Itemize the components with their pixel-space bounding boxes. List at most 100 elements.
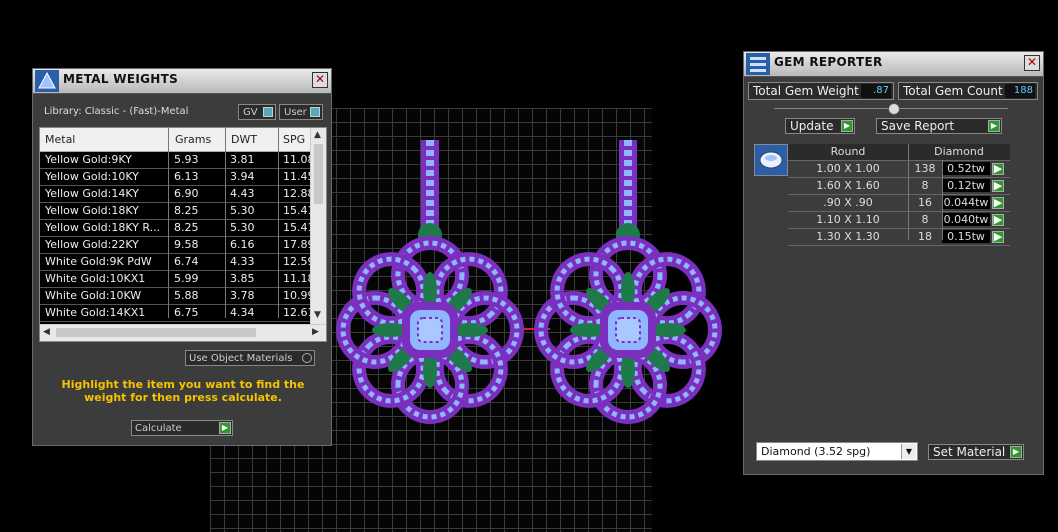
- save-report-button[interactable]: Save Report ▶: [876, 118, 1002, 134]
- gem-cell-weight: 0.044tw: [942, 196, 990, 209]
- gem-row[interactable]: .90 X .90 16 0.044tw ▶: [788, 195, 1010, 212]
- total-gem-weight-label: Total Gem Weight: [753, 84, 859, 98]
- radio-icon: [302, 353, 312, 363]
- go-arrow-icon[interactable]: ▶: [992, 180, 1004, 192]
- column-header-spg[interactable]: SPG: [283, 133, 305, 146]
- user-toggle[interactable]: User: [279, 104, 323, 120]
- cell-grams: 5.99: [174, 272, 199, 285]
- table-row[interactable]: Yellow Gold:14KY 6.90 4.43 12.88: [40, 186, 313, 203]
- cell-dwt: 5.30: [230, 221, 255, 234]
- cell-dwt: 4.43: [230, 187, 255, 200]
- earring-model: [330, 96, 730, 426]
- table-row[interactable]: White Gold:14KX1 6.75 4.34 12.61: [40, 305, 313, 322]
- metal-table[interactable]: Metal Grams DWT SPG Yellow Gold:9KY 5.93 3…: [39, 127, 327, 342]
- scroll-right-icon[interactable]: ▶: [312, 327, 319, 337]
- gem-cell-count: 18: [918, 230, 932, 243]
- table-row[interactable]: Yellow Gold:18KY 8.25 5.30 15.41: [40, 203, 313, 220]
- gem-cell-size: 1.00 X 1.00: [816, 162, 880, 175]
- cell-grams: 8.25: [174, 204, 199, 217]
- gem-cell-count: 8: [921, 213, 929, 226]
- metal-rows: Yellow Gold:9KY 5.93 3.81 11.08 Yellow Gold:…: [40, 152, 313, 339]
- scroll-thumb[interactable]: [56, 328, 256, 337]
- gem-cell-weight: 0.040tw: [942, 213, 990, 226]
- cell-metal: Yellow Gold:10KY: [45, 170, 139, 183]
- table-row[interactable]: Yellow Gold:9KY 5.93 3.81 11.08: [40, 152, 313, 169]
- use-object-materials-button[interactable]: Use Object Materials: [185, 350, 315, 366]
- gem-row[interactable]: 1.60 X 1.60 8 0.12tw ▶: [788, 178, 1010, 195]
- gem-cell-weight: 0.12tw: [942, 179, 990, 192]
- go-arrow-icon: ▶: [988, 120, 1000, 132]
- material-select-value: Diamond (3.52 spg): [761, 445, 871, 458]
- metal-weights-titlebar[interactable]: METAL WEIGHTS ✕: [33, 69, 331, 94]
- close-icon[interactable]: ✕: [312, 72, 328, 88]
- cell-spg: 12.61: [283, 306, 313, 319]
- report-slider-knob[interactable]: [888, 103, 900, 115]
- total-gem-count-value: 188: [1005, 84, 1035, 98]
- cell-metal: White Gold:9K PdW: [45, 255, 152, 268]
- scroll-up-icon[interactable]: ▲: [314, 130, 321, 140]
- close-icon[interactable]: ✕: [1024, 55, 1040, 71]
- dropdown-arrow-icon[interactable]: ▼: [901, 444, 916, 459]
- table-row[interactable]: Yellow Gold:10KY 6.13 3.94 11.45: [40, 169, 313, 186]
- panel-title: METAL WEIGHTS: [63, 72, 179, 86]
- toggle-swatch-icon: [263, 107, 273, 117]
- set-material-button[interactable]: Set Material ▶: [928, 444, 1024, 460]
- update-button[interactable]: Update ▶: [785, 118, 855, 134]
- material-select[interactable]: Diamond (3.52 spg) ▼: [756, 442, 918, 461]
- column-header-grams[interactable]: Grams: [175, 133, 211, 146]
- cell-grams: 6.75: [174, 306, 199, 319]
- go-arrow-icon: ▶: [1010, 446, 1022, 458]
- use-object-materials-label: Use Object Materials: [189, 353, 293, 364]
- go-arrow-icon[interactable]: ▶: [992, 163, 1004, 175]
- go-arrow-icon[interactable]: ▶: [992, 231, 1004, 243]
- go-arrow-icon[interactable]: ▶: [992, 197, 1004, 209]
- scroll-thumb[interactable]: [314, 144, 323, 204]
- cell-spg: 12.59: [283, 255, 313, 268]
- table-row[interactable]: Yellow Gold:22KY 9.58 6.16 17.89: [40, 237, 313, 254]
- toggle-swatch-icon: [310, 107, 320, 117]
- cell-grams: 6.13: [174, 170, 199, 183]
- calculate-button[interactable]: Calculate ▶: [131, 420, 233, 436]
- gem-row[interactable]: 1.10 X 1.10 8 0.040tw ▶: [788, 212, 1010, 229]
- shape-header: Round: [830, 145, 866, 158]
- cell-spg: 11.45: [283, 170, 313, 183]
- cell-metal: Yellow Gold:18KY: [45, 204, 139, 217]
- cell-spg: 15.41: [283, 204, 313, 217]
- cell-dwt: 3.94: [230, 170, 255, 183]
- cell-dwt: 3.81: [230, 153, 255, 166]
- round-gem-icon: [754, 144, 788, 176]
- gem-cell-count: 138: [914, 162, 936, 175]
- go-arrow-icon[interactable]: ▶: [992, 214, 1004, 226]
- column-header-dwt[interactable]: DWT: [231, 133, 257, 146]
- gem-row[interactable]: 1.30 X 1.30 18 0.15tw ▶: [788, 229, 1010, 246]
- table-row[interactable]: White Gold:10KW 5.88 3.78 10.99: [40, 288, 313, 305]
- cell-metal: White Gold:10KX1: [45, 272, 146, 285]
- cell-grams: 5.93: [174, 153, 199, 166]
- horizontal-scrollbar[interactable]: ◀ ▶: [40, 324, 326, 341]
- scroll-left-icon[interactable]: ◀: [43, 327, 50, 337]
- cell-spg: 15.41: [283, 221, 313, 234]
- scroll-down-icon[interactable]: ▼: [314, 310, 321, 320]
- metal-weights-panel: METAL WEIGHTS ✕ Library: Classic - (Fast…: [32, 68, 332, 446]
- gem-reporter-titlebar[interactable]: GEM REPORTER ✕: [744, 52, 1043, 77]
- gem-table: Round Diamond 1.00 X 1.00 138 0.52tw ▶ 1.60 …: [788, 144, 1010, 246]
- cell-spg: 11.18: [283, 272, 313, 285]
- column-header-metal[interactable]: Metal: [45, 133, 75, 146]
- cell-dwt: 6.16: [230, 238, 255, 251]
- cell-grams: 9.58: [174, 238, 199, 251]
- total-gem-count-label: Total Gem Count: [903, 84, 1003, 98]
- metal-weights-icon: [35, 70, 59, 92]
- cell-metal: Yellow Gold:18KY R...: [45, 221, 161, 234]
- panel-title: GEM REPORTER: [774, 55, 883, 69]
- table-row[interactable]: White Gold:9K PdW 6.74 4.33 12.59: [40, 254, 313, 271]
- gv-toggle[interactable]: GV: [238, 104, 276, 120]
- cell-spg: 12.88: [283, 187, 313, 200]
- save-report-label: Save Report: [881, 119, 955, 133]
- gem-row[interactable]: 1.00 X 1.00 138 0.52tw ▶: [788, 161, 1010, 178]
- gem-cell-count: 16: [918, 196, 932, 209]
- gv-label: GV: [243, 107, 258, 118]
- table-row[interactable]: Yellow Gold:18KY R... 8.25 5.30 15.41: [40, 220, 313, 237]
- vertical-scrollbar[interactable]: ▲ ▼: [310, 128, 326, 324]
- gem-cell-weight: 0.15tw: [942, 230, 990, 243]
- table-row[interactable]: White Gold:10KX1 5.99 3.85 11.18: [40, 271, 313, 288]
